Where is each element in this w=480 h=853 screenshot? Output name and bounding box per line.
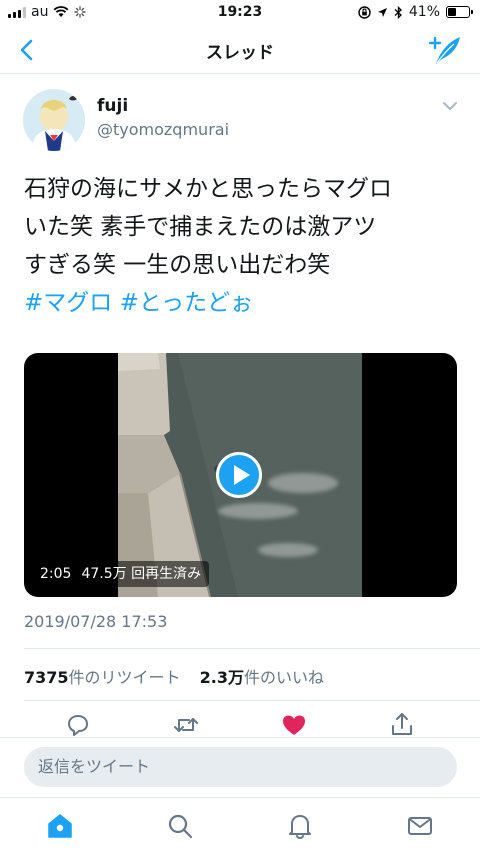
tweet-text-line: いた笑 素手で捕まえたのは激アツ [24, 214, 377, 240]
video-duration: 2:05 [40, 566, 72, 582]
retweet-stat[interactable]: 7375件のリツイート [24, 668, 181, 687]
video-player[interactable]: 2:05 47.5万 回再生済み [24, 353, 457, 597]
display-name[interactable]: fuji [97, 96, 128, 116]
battery-icon [446, 6, 473, 18]
tweet-date: 2019/07/28 17:53 [24, 612, 168, 631]
location-icon [377, 7, 387, 17]
retweet-count: 7375 [24, 668, 69, 687]
hashtag-link[interactable]: #マグロ [24, 290, 112, 316]
search-icon[interactable] [166, 812, 194, 840]
divider [24, 700, 480, 701]
bluetooth-icon [394, 5, 402, 19]
battery-level [448, 8, 457, 16]
video-info: 2:05 47.5万 回再生済み [32, 561, 210, 587]
like-heart-icon[interactable] [280, 711, 308, 739]
divider [24, 648, 480, 649]
hashtag-link[interactable]: #とったどぉ [120, 290, 254, 316]
reply-bar: 返信をツイート [0, 737, 480, 797]
hashtag-line: #マグロ #とったどぉ [24, 284, 464, 322]
tweet-text-line: 石狩の海にサメかと思ったらマグロ [24, 176, 392, 202]
reply-input[interactable]: 返信をツイート [24, 747, 457, 787]
tweet-stats: 7375件のリツイート 2.3万件のいいね [24, 664, 324, 688]
tweet-text-line: すぎる笑 一生の思い出だわ笑 [24, 252, 331, 278]
home-icon[interactable] [46, 812, 74, 840]
page-title: スレッド [206, 43, 274, 63]
avatar[interactable] [23, 89, 85, 151]
like-stat[interactable]: 2.3万件のいいね [200, 668, 324, 687]
status-bar: au 19:23 41% [0, 0, 480, 26]
messages-icon[interactable] [406, 812, 434, 840]
reply-icon[interactable] [64, 711, 92, 739]
battery-percent: 41% [408, 4, 440, 20]
retweet-label: 件のリツイート [68, 668, 181, 687]
screen-lock-icon [358, 5, 371, 19]
play-button[interactable] [216, 452, 262, 498]
chevron-down-icon[interactable] [442, 100, 458, 112]
video-views: 47.5万 回再生済み [81, 566, 202, 582]
status-right: 41% [358, 4, 473, 20]
compose-tweet-icon[interactable] [428, 34, 462, 66]
avatar-image [23, 89, 85, 151]
tab-bar [0, 797, 480, 853]
notifications-icon[interactable] [286, 812, 314, 840]
like-label: 件のいいね [244, 668, 325, 687]
share-icon[interactable] [388, 711, 416, 739]
retweet-icon[interactable] [172, 711, 200, 739]
tweet-text: 石狩の海にサメかと思ったらマグロ いた笑 素手で捕まえたのは激アツ すぎる笑 一… [24, 170, 464, 322]
handle[interactable]: @tyomozqmurai [97, 120, 229, 139]
nav-bar: スレッド [0, 26, 480, 74]
like-count: 2.3万 [199, 668, 244, 687]
